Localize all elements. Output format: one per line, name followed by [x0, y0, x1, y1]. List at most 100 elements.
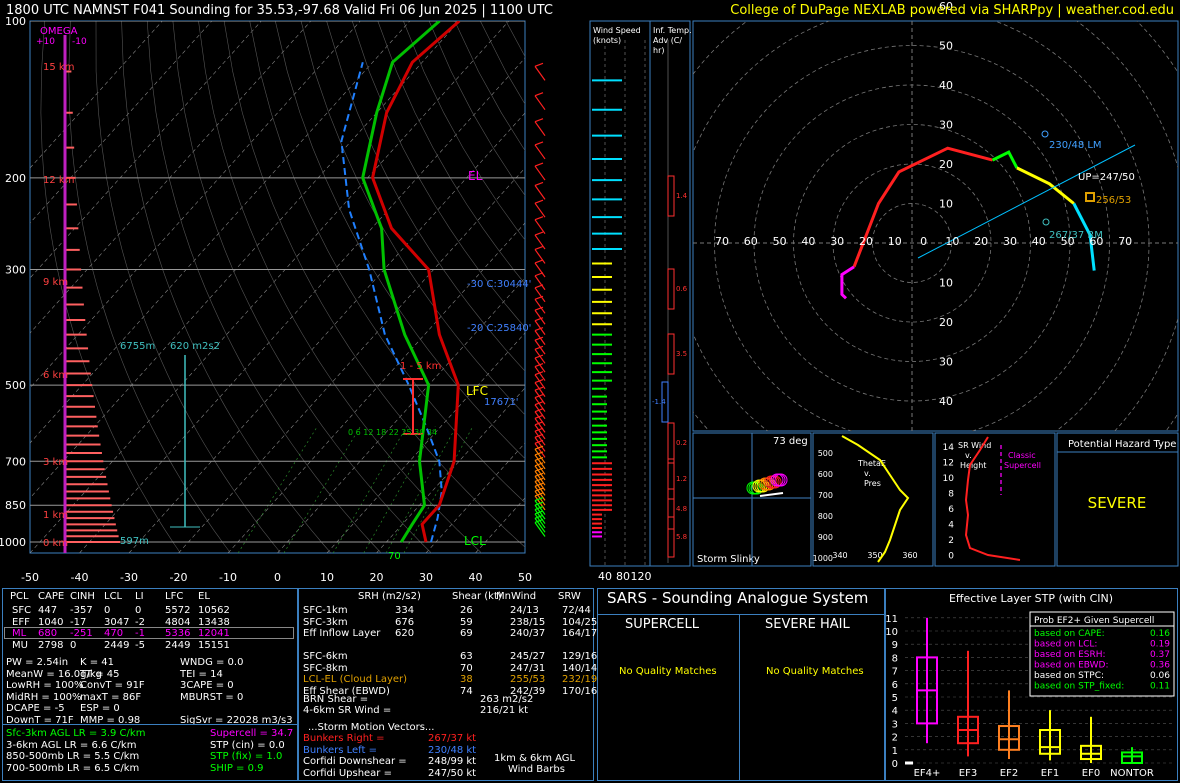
- t20-label: -20 C:25840': [467, 323, 531, 334]
- parcel-cell: 2449: [165, 639, 191, 651]
- adv-value: 1.4: [676, 192, 688, 200]
- hazard-value: SEVERE: [1088, 494, 1147, 512]
- parcel-header: LI: [135, 591, 144, 602]
- kin-label: Eff Inflow Layer: [303, 628, 381, 639]
- kin-mnwind: 255/53: [510, 674, 546, 685]
- srwind-tick: 4: [948, 521, 954, 531]
- thetae-tick: 500: [818, 449, 833, 458]
- kin-srw: 170/16: [562, 685, 598, 697]
- thetae-xtick: 340: [832, 551, 847, 560]
- hodo-tick-down: 40: [939, 395, 953, 408]
- kin-label: LCL-EL (Cloud Layer): [303, 674, 408, 685]
- omega-left: +10: [36, 37, 55, 47]
- index-cell: maxT = 86F: [80, 691, 142, 703]
- vector-value: 248/99 kt: [428, 756, 477, 767]
- vector-label: Corfidi Downshear =: [303, 756, 407, 767]
- t30-label: -30 C:30444': [467, 279, 531, 290]
- vector-value: 247/50 kt: [428, 767, 477, 779]
- pressure-tick: 1000: [0, 536, 26, 549]
- adv-value: 5.8: [676, 533, 687, 541]
- inset-panels: 73 degStorm SlinkyThetaEv.Pres5006007008…: [692, 432, 1179, 567]
- adv-value: 1.2: [676, 475, 687, 483]
- kin-header: MnWind: [496, 591, 537, 602]
- temp-tick: 20: [370, 571, 384, 584]
- wind-barb: [534, 66, 546, 81]
- kin-mnwind: 24/13: [510, 605, 539, 616]
- omega-right: -10: [72, 37, 87, 47]
- page-title: 1800 UTC NAMNST F041 Sounding for 35.53,…: [6, 3, 553, 18]
- barbs-caption: 1km & 6km AGL: [494, 753, 576, 764]
- hodo-tick-x: 60: [744, 235, 758, 248]
- wind-barb-flag: [534, 259, 544, 264]
- sars-divider: [739, 614, 740, 781]
- hodo-tick-down: 20: [939, 316, 953, 329]
- parcel-cell: 1040: [38, 616, 64, 628]
- sars-hail: SEVERE HAIL: [765, 617, 850, 632]
- parcel-header: PCL: [10, 591, 29, 602]
- pressure-tick: 200: [5, 172, 26, 185]
- index-cell: TEI = 14: [180, 668, 223, 680]
- sars-supercell: SUPERCELL: [625, 617, 699, 632]
- kin-srw: 232/19: [562, 674, 598, 685]
- kin-mnwind: 247/31: [510, 662, 546, 674]
- hodo-tick-up: 40: [939, 79, 953, 92]
- parcel-cell: ML: [12, 628, 27, 639]
- pressure-tick: 500: [5, 379, 26, 392]
- srwind-tick: 0: [948, 552, 954, 562]
- sr46-label: 4-6km SR Wind =: [303, 705, 392, 716]
- classic-label: Classic: [1008, 451, 1036, 460]
- wind-barb: [534, 121, 546, 137]
- index-cell: MidRH = 100%: [6, 691, 82, 703]
- height-label: 12 km: [43, 175, 74, 186]
- wind-barb-flag: [534, 199, 544, 204]
- parcel-cell: -251: [70, 628, 93, 639]
- hodo-tick-x: 10: [888, 235, 902, 248]
- wind-tick: 80: [616, 570, 630, 583]
- wind-heights: 0 6 12 18 22 25 30 34: [348, 428, 437, 437]
- slinky-label: Storm Slinky: [697, 554, 760, 565]
- parcel-header: CAPE: [38, 591, 65, 602]
- srwind-tick: 8: [948, 490, 954, 500]
- stp-panel: [885, 588, 1178, 781]
- temp-tick: -20: [170, 571, 188, 584]
- kin-mnwind: 240/37: [510, 628, 546, 639]
- wind-barb-flag: [534, 141, 544, 146]
- height-label: 0 km: [43, 538, 68, 549]
- wind-barb-flag: [534, 284, 544, 289]
- adv-value: -1.4: [652, 398, 666, 406]
- hodo-tick-up: 30: [939, 119, 953, 132]
- parcel-cell: 2449: [104, 639, 130, 651]
- parcel-header: LCL: [104, 591, 123, 602]
- parcel-cell: -1: [135, 628, 145, 639]
- param-divider: [2, 724, 298, 725]
- srwind-tick: 2: [948, 536, 954, 546]
- height-label: 6 km: [43, 370, 68, 381]
- adv-frame: [649, 20, 691, 567]
- temp-tick: 30: [419, 571, 433, 584]
- index-cell: ESP = 0: [80, 703, 120, 714]
- parcel-cell: 0: [135, 605, 142, 616]
- kin-header: Shear (kt): [452, 591, 502, 602]
- classic-label-2: Supercell: [1004, 461, 1041, 470]
- kin-label: SFC-8km: [303, 662, 348, 674]
- wind-barb: [534, 287, 546, 303]
- hodo-tick-x: 30: [1003, 235, 1017, 248]
- index-cell: K = 41: [80, 657, 115, 668]
- thetae-tick: 800: [818, 512, 833, 521]
- index-cell: WNDG = 0.0: [180, 657, 244, 668]
- wind-barb: [534, 298, 546, 314]
- wind-barb-flag: [534, 272, 544, 277]
- hodo-tick-x: 50: [773, 235, 787, 248]
- vector-label: Corfidi Upshear =: [303, 767, 392, 779]
- parcel-cell: 0: [70, 639, 77, 651]
- srwind-tick: 14: [943, 443, 955, 453]
- kin-srw: 72/44: [562, 605, 591, 616]
- srwind-label-2: v.: [965, 451, 972, 460]
- hodo-tick-up: 50: [939, 40, 953, 53]
- bottom-label: 597m: [120, 536, 149, 547]
- kin-mnwind: 245/27: [510, 651, 546, 662]
- kin-shear: 59: [460, 616, 473, 628]
- hazard-title: Potential Hazard Type: [1068, 439, 1176, 450]
- srh-layer-label: 1 - 5 km: [400, 361, 441, 372]
- srwind-label-3: Height: [960, 461, 986, 470]
